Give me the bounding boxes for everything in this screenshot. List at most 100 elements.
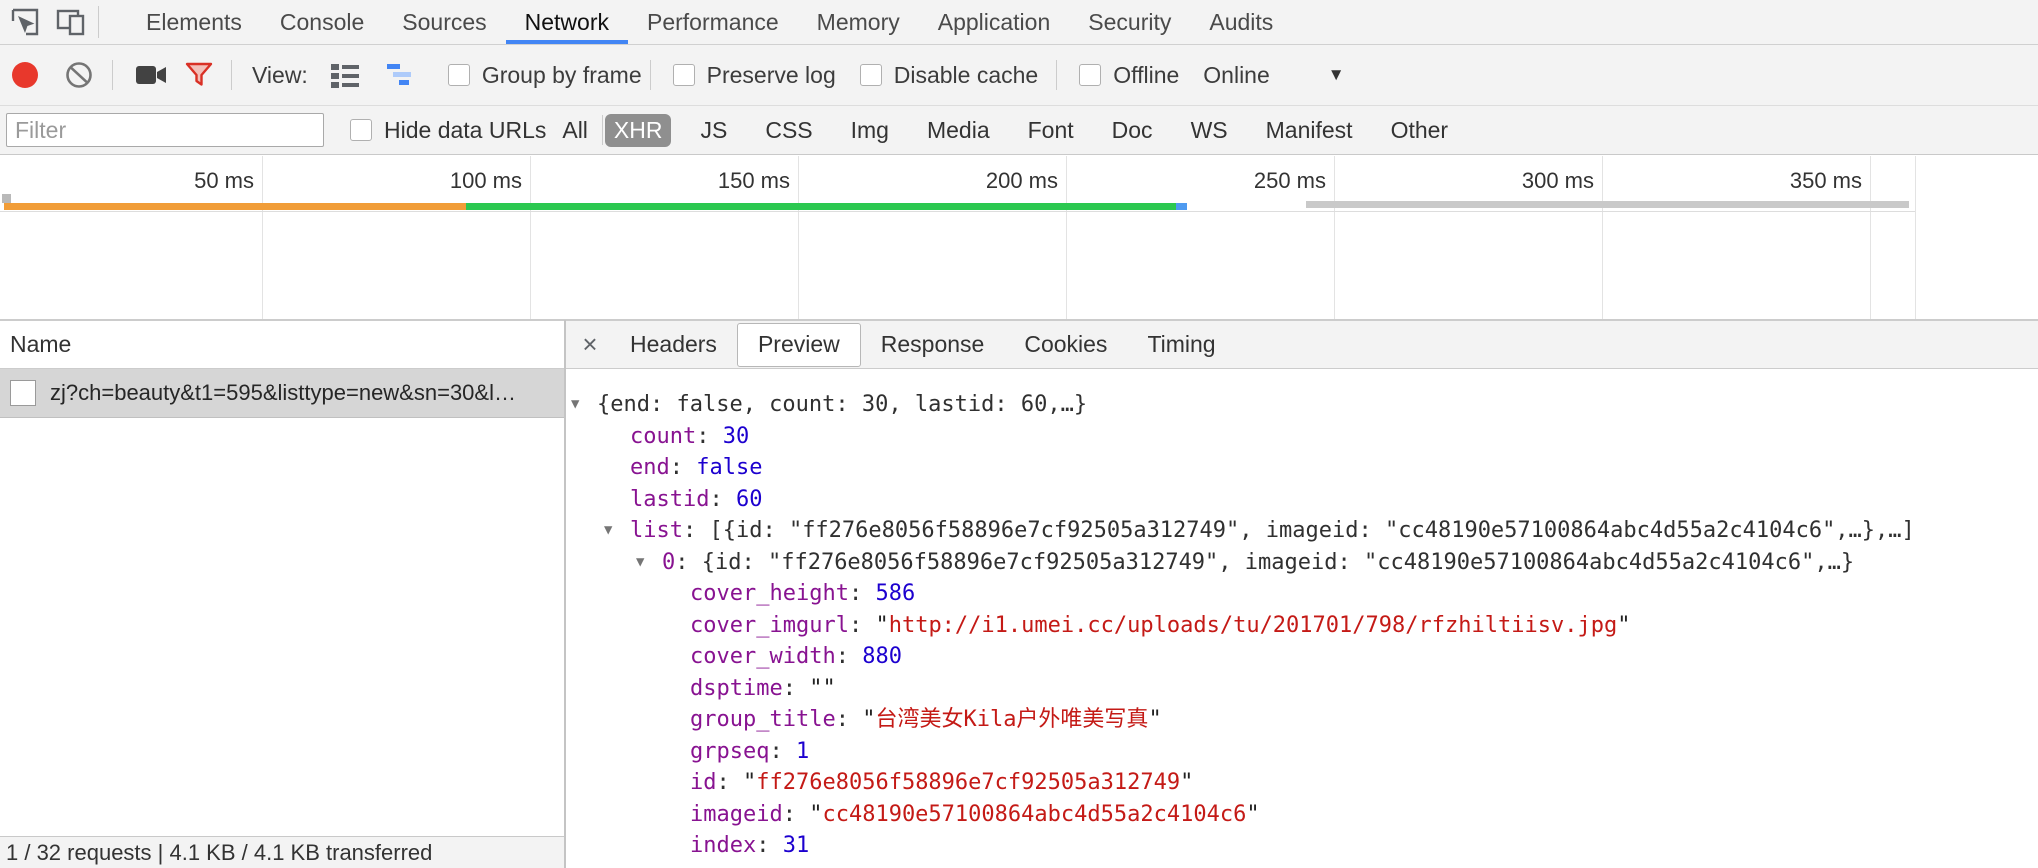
toolbar-divider — [1056, 60, 1057, 90]
json-tree-line: lastid: 60 — [566, 484, 2038, 516]
network-overview[interactable]: 50 ms100 ms150 ms200 ms250 ms300 ms350 m… — [0, 156, 2038, 320]
filter-type-js[interactable]: JS — [691, 114, 736, 147]
column-header-name[interactable]: Name — [0, 321, 564, 369]
json-tree-line: imageid: "cc48190e57100864abc4d55a2c4104… — [566, 799, 2038, 831]
group-by-frame-checkbox[interactable]: Group by frame — [448, 62, 642, 89]
json-key: id — [690, 770, 717, 795]
expand-triangle-icon[interactable]: ▼ — [604, 515, 612, 547]
overview-waterfall-icon[interactable] — [386, 62, 418, 88]
preserve-log-checkbox[interactable]: Preserve log — [673, 62, 836, 89]
json-tree-line: cover_width: 880 — [566, 641, 2038, 673]
detail-tab-preview[interactable]: Preview — [737, 323, 861, 367]
offline-label: Offline — [1113, 62, 1179, 89]
json-num: 880 — [862, 644, 902, 669]
toolbar-divider — [112, 60, 113, 90]
detail-tab-response[interactable]: Response — [861, 321, 1005, 368]
json-key: lastid — [630, 487, 709, 512]
checkbox-box[interactable] — [448, 64, 470, 86]
json-key: cover_imgurl — [690, 613, 849, 638]
hide-data-urls-label: Hide data URLs — [384, 117, 546, 144]
json-num: 1 — [796, 739, 809, 764]
json-num: false — [696, 455, 762, 480]
filter-type-manifest[interactable]: Manifest — [1257, 114, 1362, 147]
panel-tabs: ElementsConsoleSourcesNetworkPerformance… — [127, 0, 1292, 44]
tab-performance[interactable]: Performance — [628, 0, 798, 44]
ruler-tick-label: 150 ms — [630, 168, 790, 194]
json-tree-line: grpseq: 1 — [566, 736, 2038, 768]
chevron-down-icon[interactable]: ▼ — [1328, 65, 1345, 85]
json-plain: : — [836, 707, 863, 732]
overview-green-bar — [466, 203, 1176, 210]
request-list-panel: Name zj?ch=beauty&t1=595&listtype=new&sn… — [0, 320, 564, 868]
ruler-gridline — [1334, 156, 1335, 319]
request-summary-text: 1 / 32 requests | 4.1 KB / 4.1 KB transf… — [6, 840, 432, 866]
overview-scroll-thumb — [1306, 201, 1909, 208]
json-num: 31 — [783, 833, 810, 858]
tab-audits[interactable]: Audits — [1190, 0, 1292, 44]
json-tree-line: cover_height: 586 — [566, 578, 2038, 610]
disable-cache-checkbox[interactable]: Disable cache — [860, 62, 1038, 89]
json-tree-line[interactable]: ▼0: {id: "ff276e8056f58896e7cf92505a3127… — [566, 547, 2038, 579]
detail-tab-headers[interactable]: Headers — [610, 321, 737, 368]
inspect-element-icon[interactable] — [8, 5, 42, 39]
toggle-device-toolbar-icon[interactable] — [54, 5, 88, 39]
json-quote: "" — [809, 676, 836, 701]
record-button[interactable] — [12, 62, 38, 88]
json-tree-line: count: 30 — [566, 421, 2038, 453]
filter-input[interactable] — [6, 113, 324, 147]
throttling-select-value[interactable]: Online — [1203, 62, 1269, 89]
detail-tab-timing[interactable]: Timing — [1127, 321, 1235, 368]
checkbox-box[interactable] — [673, 64, 695, 86]
filter-type-all[interactable]: All — [562, 117, 588, 144]
ruler-tick-label: 300 ms — [1434, 168, 1594, 194]
json-tree-line: cover_imgurl: "http://i1.umei.cc/uploads… — [566, 610, 2038, 642]
json-key: dsptime — [690, 676, 783, 701]
detail-tab-cookies[interactable]: Cookies — [1004, 321, 1127, 368]
expand-triangle-icon[interactable]: ▼ — [636, 547, 644, 579]
filter-icon[interactable] — [185, 61, 213, 89]
toolbar-divider — [650, 60, 651, 90]
json-quote: " — [875, 613, 888, 638]
devtools-tab-bar: ElementsConsoleSourcesNetworkPerformance… — [0, 0, 2038, 45]
filter-type-ws[interactable]: WS — [1182, 114, 1237, 147]
filter-type-font[interactable]: Font — [1019, 114, 1083, 147]
filter-type-media[interactable]: Media — [918, 114, 999, 147]
resource-doc-icon — [10, 380, 36, 406]
json-str: ff276e8056f58896e7cf92505a312749 — [756, 770, 1180, 795]
tab-elements[interactable]: Elements — [127, 0, 261, 44]
filter-type-other[interactable]: Other — [1382, 114, 1458, 147]
checkbox-box[interactable] — [350, 119, 372, 141]
capture-screenshots-icon[interactable] — [135, 62, 167, 88]
tab-security[interactable]: Security — [1069, 0, 1190, 44]
json-tree-line[interactable]: ▼{end: false, count: 30, lastid: 60,…} — [566, 389, 2038, 421]
json-quote: " — [1180, 770, 1193, 795]
tab-console[interactable]: Console — [261, 0, 383, 44]
clear-button[interactable] — [64, 60, 94, 90]
filter-type-css[interactable]: CSS — [756, 114, 821, 147]
offline-checkbox[interactable]: Offline — [1079, 62, 1179, 89]
filter-type-list: XHR JS CSS Img Media Font Doc WS Manifest Other — [605, 114, 1477, 147]
filter-type-doc[interactable]: Doc — [1103, 114, 1162, 147]
checkbox-box[interactable] — [860, 64, 882, 86]
checkbox-box[interactable] — [1079, 64, 1101, 86]
list-view-icon[interactable] — [330, 62, 360, 88]
json-key: 0 — [662, 550, 675, 575]
hide-data-urls-checkbox[interactable]: Hide data URLs — [350, 117, 546, 144]
filter-type-xhr[interactable]: XHR — [605, 114, 672, 147]
ruler-gridline — [1602, 156, 1603, 319]
json-quote: " — [862, 707, 875, 732]
json-plain: : — [783, 676, 810, 701]
tab-sources[interactable]: Sources — [383, 0, 505, 44]
table-row[interactable]: zj?ch=beauty&t1=595&listtype=new&sn=30&l… — [0, 369, 564, 418]
json-tree-line[interactable]: ▼list: [{id: "ff276e8056f58896e7cf92505a… — [566, 515, 2038, 547]
filter-type-img[interactable]: Img — [842, 114, 898, 147]
tab-memory[interactable]: Memory — [798, 0, 919, 44]
json-key: end — [630, 455, 670, 480]
request-name: zj?ch=beauty&t1=595&listtype=new&sn=30&l… — [50, 380, 522, 406]
ruler-boundary-line — [1915, 156, 1916, 319]
close-icon[interactable]: × — [570, 329, 610, 360]
expand-triangle-icon[interactable]: ▼ — [571, 389, 579, 421]
json-tree-line: id: "ff276e8056f58896e7cf92505a312749" — [566, 767, 2038, 799]
tab-network[interactable]: Network — [506, 0, 628, 44]
tab-application[interactable]: Application — [919, 0, 1070, 44]
